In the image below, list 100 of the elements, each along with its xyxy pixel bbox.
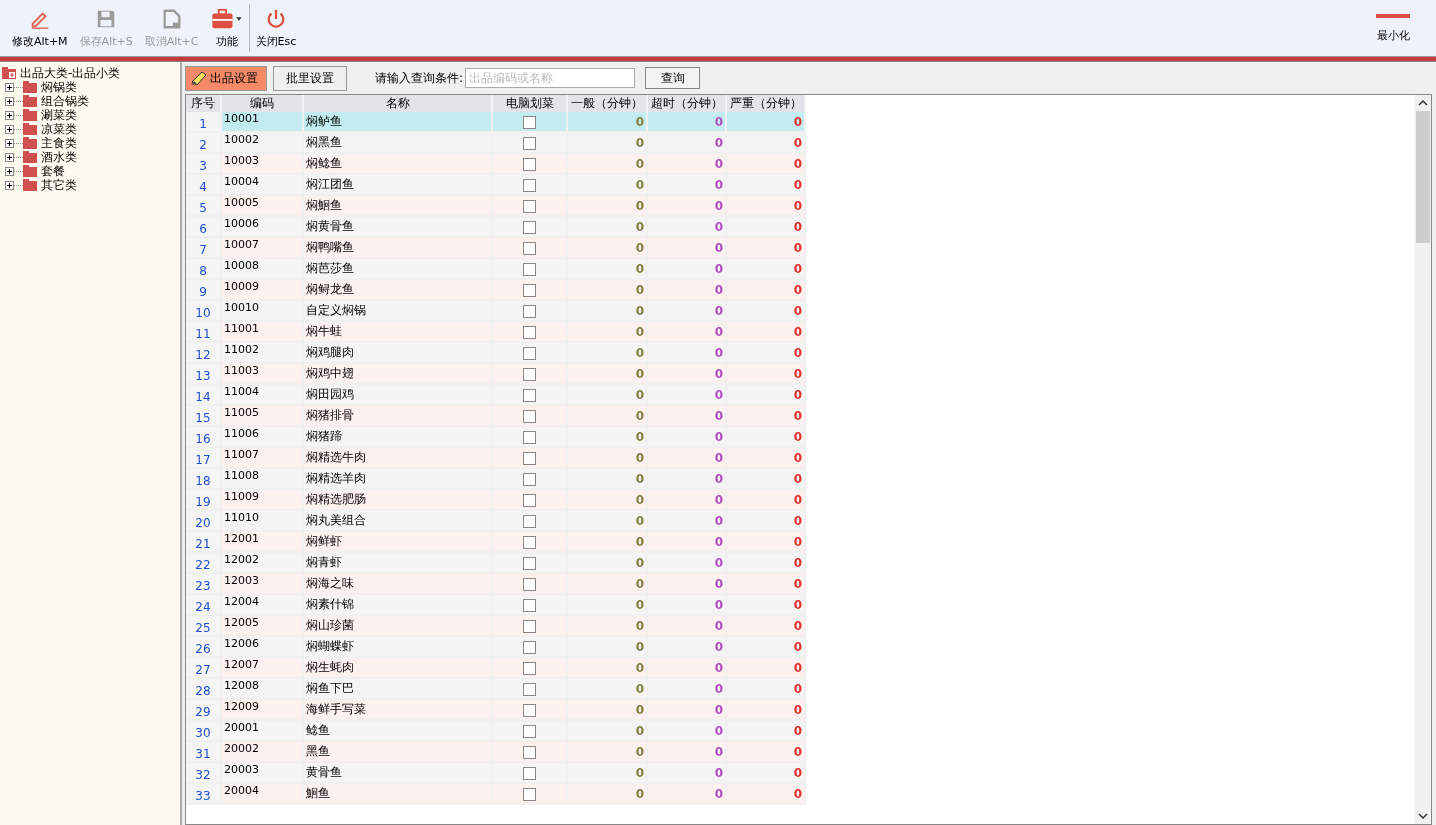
checkbox[interactable]	[523, 409, 536, 423]
tree-item[interactable]: 酒水类	[41, 150, 77, 164]
table-row[interactable]: 6 10006 焖黄骨鱼 0 0 0	[186, 216, 805, 237]
checkbox[interactable]	[523, 514, 536, 528]
table-row[interactable]: 29 12009 海鲜手写菜 0 0 0	[186, 699, 805, 720]
checkbox[interactable]	[523, 745, 536, 759]
checkbox[interactable]	[523, 619, 536, 633]
expand-icon[interactable]	[5, 82, 14, 92]
checkbox[interactable]	[523, 682, 536, 696]
table-row[interactable]: 9 10009 焖鲟龙鱼 0 0 0	[186, 279, 805, 300]
tree-item[interactable]: 组合锅类	[41, 94, 89, 108]
checkbox[interactable]	[523, 157, 536, 171]
table-row[interactable]: 21 12001 焖鲜虾 0 0 0	[186, 531, 805, 552]
table-row[interactable]: 23 12003 焖海之味 0 0 0	[186, 573, 805, 594]
expand-icon[interactable]	[5, 110, 14, 120]
checkbox[interactable]	[523, 346, 536, 360]
table-row[interactable]: 20 11010 焖丸美组合 0 0 0	[186, 510, 805, 531]
scroll-down-icon[interactable]	[1418, 812, 1428, 820]
table-row[interactable]: 18 11008 焖精选羊肉 0 0 0	[186, 468, 805, 489]
tab[interactable]: 批里设置	[273, 65, 347, 91]
table-row[interactable]: 30 20001 鲶鱼 0 0 0	[186, 720, 805, 741]
table-row[interactable]: 24 12004 焖素什锦 0 0 0	[186, 594, 805, 615]
table-row[interactable]: 19 11009 焖精选肥肠 0 0 0	[186, 489, 805, 510]
table-row[interactable]: 7 10007 焖鸭嘴鱼 0 0 0	[186, 237, 805, 258]
checkbox[interactable]	[523, 220, 536, 234]
expand-icon[interactable]	[5, 138, 14, 148]
checkbox[interactable]	[523, 367, 536, 381]
table-row[interactable]: 3 10003 焖鲶鱼 0 0 0	[186, 153, 805, 174]
column-header[interactable]: 名称	[303, 95, 492, 112]
table-row[interactable]: 2 10002 焖黑鱼 0 0 0	[186, 132, 805, 153]
table-row[interactable]: 1 10001 焖鲈鱼 0 0 0	[186, 112, 805, 132]
checkbox[interactable]	[523, 451, 536, 465]
column-header[interactable]: 序号	[186, 95, 221, 112]
scrollbar[interactable]	[1415, 95, 1431, 824]
checkbox[interactable]	[523, 115, 536, 129]
tree-item[interactable]: 出品大类-出品小类	[20, 66, 121, 80]
table-row[interactable]: 32 20003 黄骨鱼 0 0 0	[186, 762, 805, 783]
checkbox[interactable]	[523, 724, 536, 738]
checkbox[interactable]	[523, 703, 536, 717]
table-row[interactable]: 8 10008 焖芭莎鱼 0 0 0	[186, 258, 805, 279]
table-row[interactable]: 14 11004 焖田园鸡 0 0 0	[186, 384, 805, 405]
checkbox[interactable]	[523, 304, 536, 318]
checkbox[interactable]	[523, 787, 536, 801]
checkbox[interactable]	[523, 598, 536, 612]
table-row[interactable]: 15 11005 焖猪排骨 0 0 0	[186, 405, 805, 426]
table-row[interactable]: 12 11002 焖鸡腿肉 0 0 0	[186, 342, 805, 363]
checkbox[interactable]	[523, 661, 536, 675]
checkbox[interactable]	[523, 535, 536, 549]
checkbox[interactable]	[523, 283, 536, 297]
toolbar-button[interactable]: 修改Alt+M	[6, 0, 74, 56]
table-row[interactable]: 26 12006 焖蝴蝶虾 0 0 0	[186, 636, 805, 657]
tree-item[interactable]: 主食类	[41, 136, 77, 150]
tree-item[interactable]: 凉菜类	[41, 122, 77, 136]
table-row[interactable]: 17 11007 焖精选牛肉 0 0 0	[186, 447, 805, 468]
toolbar-button[interactable]: 功能	[204, 0, 249, 56]
table-row[interactable]: 27 12007 焖生蚝肉 0 0 0	[186, 657, 805, 678]
expand-icon[interactable]	[5, 152, 14, 162]
table-row[interactable]: 10 10010 自定义焖锅 0 0 0	[186, 300, 805, 321]
scroll-up-icon[interactable]	[1418, 99, 1428, 107]
query-button[interactable]: 查询	[645, 67, 701, 89]
expand-icon[interactable]	[5, 96, 14, 106]
checkbox[interactable]	[523, 493, 536, 507]
checkbox[interactable]	[523, 577, 536, 591]
column-header[interactable]: 超时（分钟）	[647, 95, 726, 112]
search-field[interactable]: 出品编码或名称	[465, 68, 636, 88]
checkbox[interactable]	[523, 241, 536, 255]
table-row[interactable]: 22 12002 焖青虾 0 0 0	[186, 552, 805, 573]
scroll-thumb[interactable]	[1416, 111, 1430, 243]
checkbox[interactable]	[523, 325, 536, 339]
checkbox[interactable]	[523, 388, 536, 402]
tree-item[interactable]: 涮菜类	[41, 108, 77, 122]
checkbox[interactable]	[523, 556, 536, 570]
table-row[interactable]: 33 20004 鮰鱼 0 0 0	[186, 783, 805, 804]
table-row[interactable]: 13 11003 焖鸡中翅 0 0 0	[186, 363, 805, 384]
column-header[interactable]: 一般（分钟）	[567, 95, 647, 112]
table-row[interactable]: 16 11006 焖猪蹄 0 0 0	[186, 426, 805, 447]
checkbox[interactable]	[523, 262, 536, 276]
expand-icon[interactable]	[5, 166, 14, 176]
table-row[interactable]: 25 12005 焖山珍菌 0 0 0	[186, 615, 805, 636]
checkbox[interactable]	[523, 136, 536, 150]
minimize-button[interactable]: 最小化	[1370, 0, 1436, 56]
checkbox[interactable]	[523, 472, 536, 486]
tree-item[interactable]: 套餐	[41, 164, 65, 178]
expand-icon[interactable]	[5, 180, 14, 190]
checkbox[interactable]	[523, 178, 536, 192]
column-header[interactable]: 严重（分钟）	[726, 95, 805, 112]
checkbox[interactable]	[523, 199, 536, 213]
checkbox[interactable]	[523, 640, 536, 654]
column-header[interactable]: 编码	[221, 95, 303, 112]
tree-item[interactable]: 焖锅类	[41, 80, 77, 94]
table-row[interactable]: 4 10004 焖江团鱼 0 0 0	[186, 174, 805, 195]
column-header[interactable]: 电脑划菜	[492, 95, 567, 112]
tab[interactable]: 出品设置	[185, 65, 267, 91]
toolbar-button[interactable]: 关闭Esc	[249, 0, 303, 56]
checkbox[interactable]	[523, 430, 536, 444]
table-row[interactable]: 28 12008 焖鱼下巴 0 0 0	[186, 678, 805, 699]
checkbox[interactable]	[523, 766, 536, 780]
expand-icon[interactable]	[5, 124, 14, 134]
table-row[interactable]: 11 11001 焖牛蛙 0 0 0	[186, 321, 805, 342]
table-row[interactable]: 31 20002 黑鱼 0 0 0	[186, 741, 805, 762]
